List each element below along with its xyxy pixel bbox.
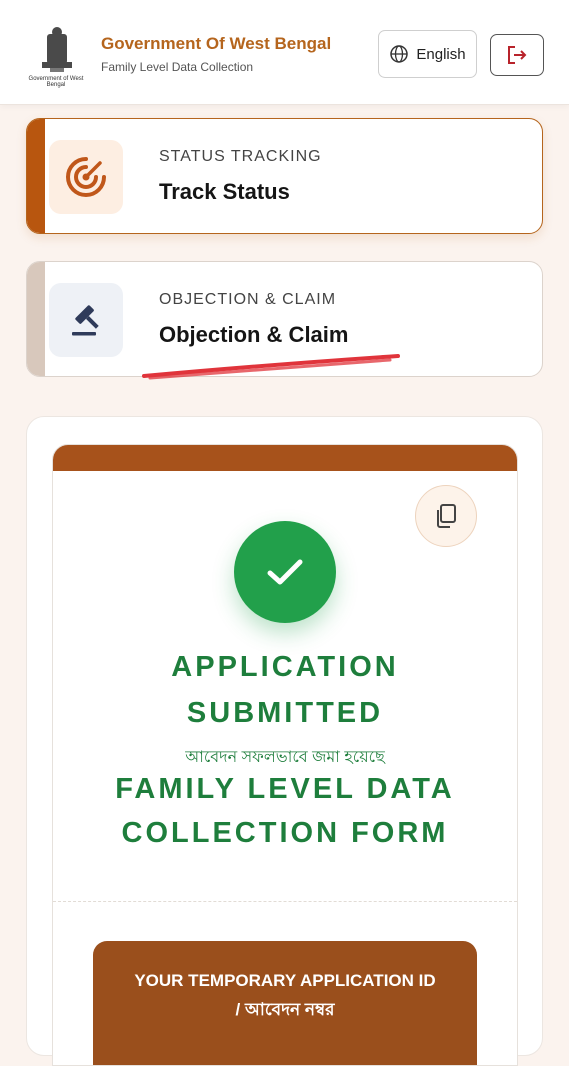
objection-heading: Objection & Claim [159, 322, 349, 347]
copy-icon [437, 504, 456, 528]
logout-icon [508, 46, 527, 64]
success-title-line2: SUBMITTED [186, 697, 384, 729]
success-title-line1: APPLICATION [171, 651, 399, 683]
app-header: Government of West Bengal Government Of … [0, 0, 569, 105]
form-name-line2: COLLECTION FORM [121, 817, 449, 849]
track-status-icon-box [49, 140, 123, 214]
success-bengali-message: আবেদন সফলভাবে জমা হয়েছে [185, 749, 385, 766]
globe-icon [390, 45, 409, 63]
card-accent-strip [27, 262, 45, 376]
success-card: APPLICATION SUBMITTED আবেদন সফলভাবে জমা … [52, 444, 518, 1066]
success-card-top-bar [53, 445, 517, 471]
radar-icon [66, 157, 106, 197]
track-status-kicker: STATUS TRACKING [159, 148, 322, 165]
section-divider [53, 901, 517, 902]
language-label: English [416, 45, 466, 63]
track-status-heading: Track Status [159, 179, 290, 204]
red-underline-annotation [142, 354, 400, 380]
track-status-card[interactable]: STATUS TRACKING Track Status [26, 118, 543, 234]
logout-button[interactable] [490, 34, 544, 76]
application-id-label-bengali: / আবেদন নম্বর [235, 1000, 335, 1019]
application-id-label: YOUR TEMPORARY APPLICATION ID [134, 971, 436, 990]
objection-kicker: OBJECTION & CLAIM [159, 291, 337, 308]
header-title: Government Of West Bengal [101, 34, 332, 53]
objection-icon-box [49, 283, 123, 357]
application-id-box: YOUR TEMPORARY APPLICATION ID / আবেদন নম… [93, 941, 477, 1065]
emblem-caption: Government of West Bengal [28, 76, 84, 88]
card-accent-strip [27, 119, 45, 233]
checkmark-icon [267, 559, 303, 585]
header-subtitle: Family Level Data Collection [101, 60, 254, 74]
form-name-line1: FAMILY LEVEL DATA [115, 773, 455, 805]
success-check-badge [234, 521, 336, 623]
gavel-icon [72, 305, 99, 336]
language-button[interactable]: English [378, 30, 477, 78]
copy-button[interactable] [415, 485, 477, 547]
